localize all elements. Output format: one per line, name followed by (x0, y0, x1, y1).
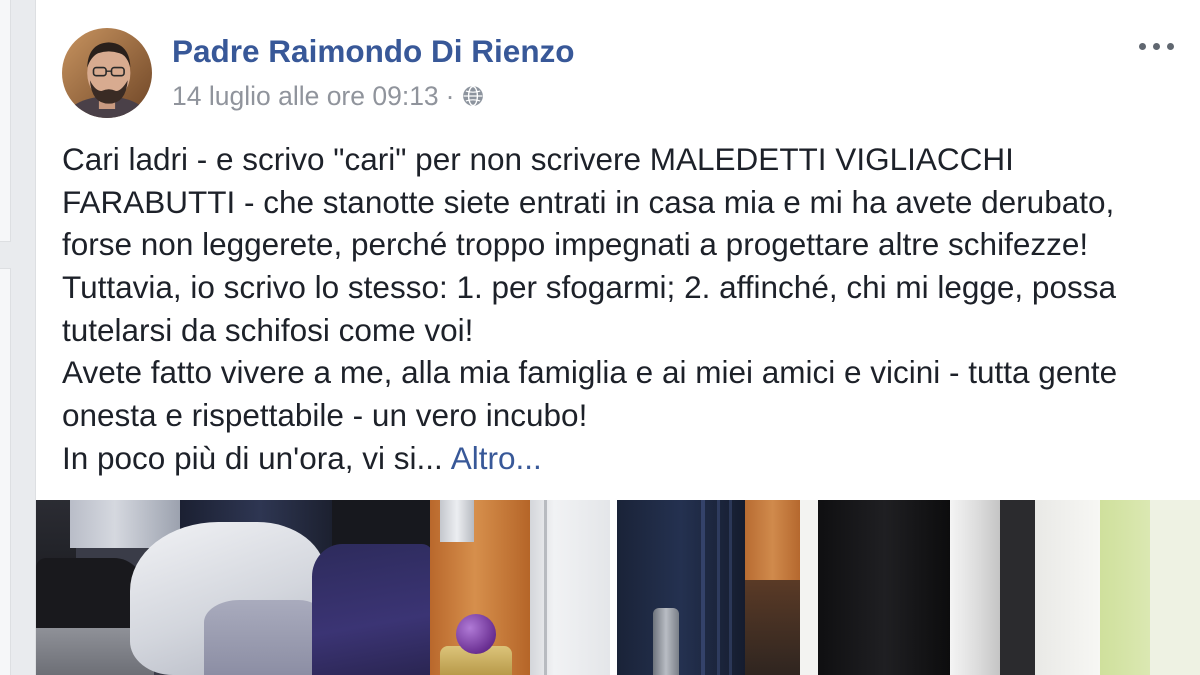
photo-detail (617, 500, 745, 675)
post-text-line: tutelarsi da schifosi come voi! (62, 311, 474, 348)
photo-detail (1035, 500, 1100, 675)
left-column-card (0, 0, 11, 242)
photo-detail (456, 614, 496, 654)
photo-detail (530, 500, 610, 675)
photo-detail (800, 500, 818, 675)
post-text-truncated: In poco più di un'ora, vi si... (62, 439, 443, 476)
post-text-line: forse non leggerete, perché troppo impeg… (62, 226, 1089, 263)
photo-detail (729, 500, 732, 675)
photo-detail (440, 500, 474, 542)
photo-detail (701, 500, 705, 675)
photo-detail (312, 544, 434, 675)
post-text-line: Tuttavia, io scrivo lo stesso: 1. per sf… (62, 269, 1116, 306)
photo-detail (717, 500, 720, 675)
menu-dot (1139, 42, 1146, 50)
photo-detail (950, 500, 1000, 675)
meta-separator: · (445, 80, 455, 111)
post-meta: 14 luglio alle ore 09:13 · (172, 82, 484, 110)
photo-detail (745, 580, 800, 675)
post-text-last-line: In poco più di un'ora, vi si... Altro... (62, 437, 1182, 480)
avatar-photo (62, 28, 152, 118)
menu-dot (1167, 42, 1174, 50)
photo-detail (204, 600, 322, 675)
globe-icon (462, 85, 483, 107)
post-text-line: Cari ladri - e scrivo "cari" per non scr… (62, 141, 1014, 177)
post-text: Cari ladri - e scrivo "cari" per non scr… (62, 138, 1182, 480)
photo-detail (544, 500, 547, 675)
post-card: Padre Raimondo Di Rienzo 14 luglio alle … (35, 0, 1200, 675)
left-column-card (0, 268, 11, 675)
author-name-link[interactable]: Padre Raimondo Di Rienzo (172, 35, 575, 68)
more-options-button[interactable] (1139, 38, 1174, 54)
menu-dot (1153, 42, 1160, 50)
photo-detail (1000, 500, 1035, 675)
photo-detail (1100, 500, 1150, 675)
post-text-line: FARABUTTI - che stanotte siete entrati i… (62, 183, 1115, 220)
avatar[interactable] (62, 28, 152, 118)
photo-detail (1150, 500, 1200, 675)
photo-detail (818, 500, 952, 675)
photo-detail (745, 500, 800, 580)
more-options-icon (1139, 38, 1174, 54)
post-text-line: onesta e rispettabile - un vero incubo! (62, 397, 588, 434)
post-timestamp-link[interactable]: 14 luglio alle ore 09:13 (172, 83, 439, 110)
post-text-line: Avete fatto vivere a me, alla mia famigl… (62, 354, 1118, 391)
see-more-link[interactable]: Altro... (451, 440, 542, 476)
post-photo-left[interactable] (36, 500, 610, 675)
photo-detail (653, 608, 679, 675)
post-photo-right[interactable] (617, 500, 1200, 675)
